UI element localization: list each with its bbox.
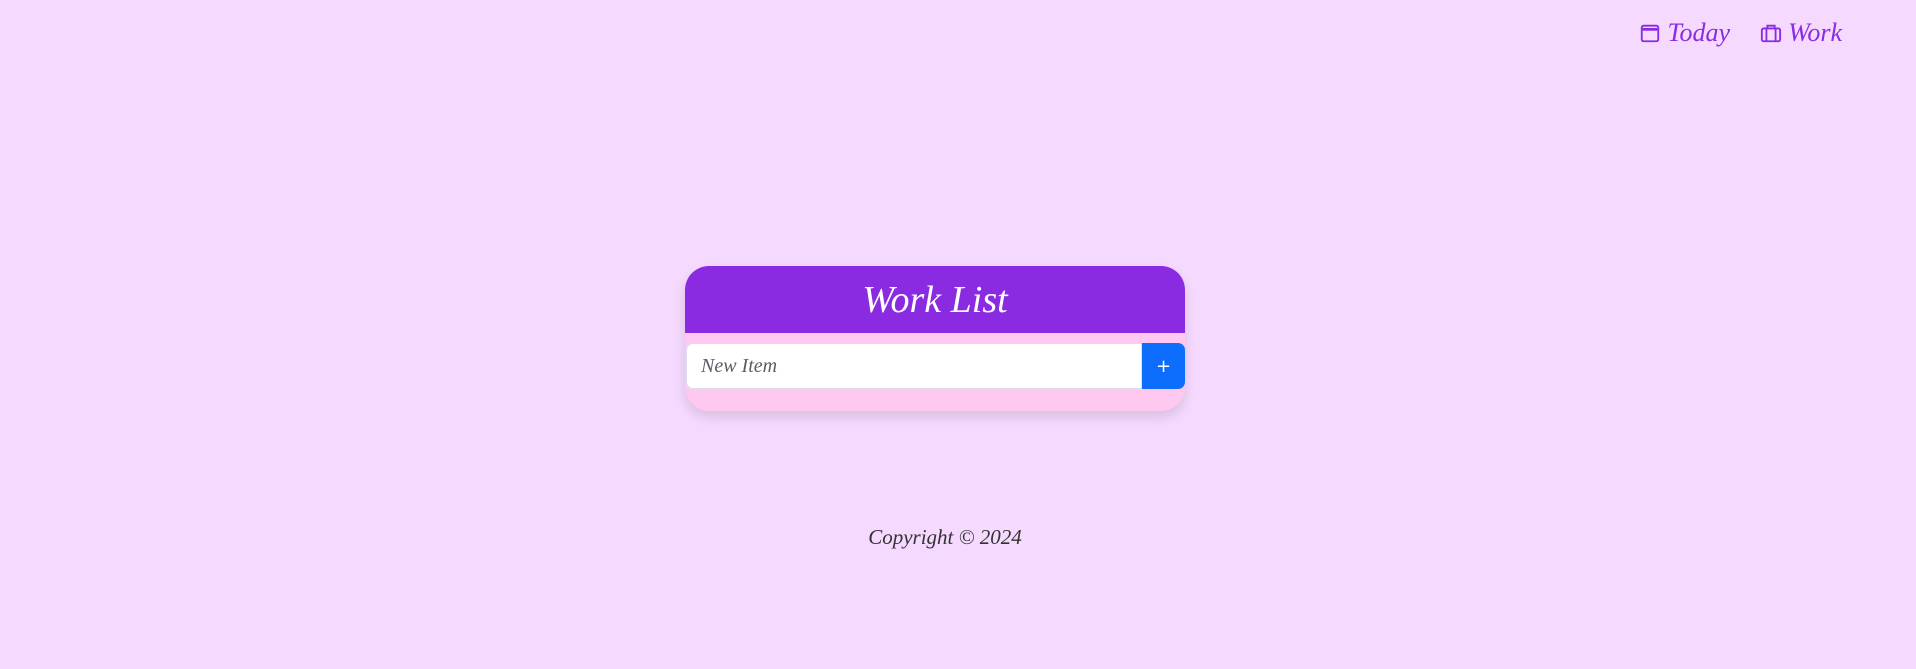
new-item-input[interactable] (686, 343, 1142, 389)
nav-link-work[interactable]: Work (1760, 18, 1842, 48)
card-title: Work List (862, 278, 1008, 321)
top-nav: Today Work (1639, 18, 1842, 48)
nav-link-today[interactable]: Today (1639, 18, 1730, 48)
card-header: Work List (685, 266, 1185, 333)
calendar-icon (1641, 24, 1660, 43)
briefcase-icon (1760, 24, 1782, 43)
new-item-form: + (686, 343, 1185, 389)
nav-label-today: Today (1667, 18, 1731, 47)
nav-label-work: Work (1788, 18, 1842, 47)
footer-copyright: Copyright © 2024 (868, 525, 1022, 549)
add-item-button[interactable]: + (1142, 343, 1185, 389)
work-list-card: Work List + (685, 266, 1185, 411)
